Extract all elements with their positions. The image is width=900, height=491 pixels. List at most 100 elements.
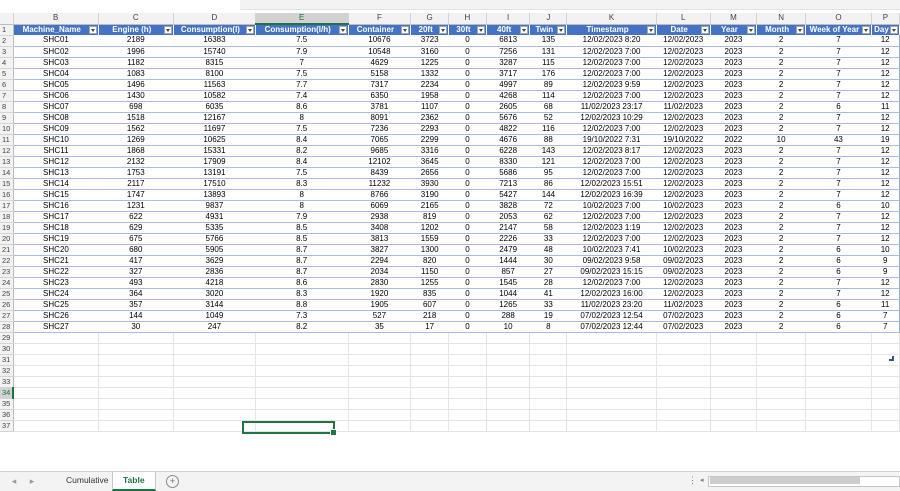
table-cell[interactable]: 327	[98, 266, 174, 278]
table-cell[interactable]: 3813	[348, 233, 411, 245]
table-cell[interactable]: 2023	[710, 35, 757, 47]
empty-cell[interactable]	[756, 398, 806, 410]
table-cell[interactable]: 2	[756, 123, 806, 135]
row-number[interactable]: 3	[0, 46, 14, 58]
table-cell[interactable]: 12	[871, 57, 900, 69]
empty-cell[interactable]	[871, 376, 900, 388]
table-cell[interactable]: 819	[410, 211, 449, 223]
empty-cell[interactable]	[173, 376, 256, 388]
table-cell[interactable]: 2023	[710, 211, 757, 223]
table-cell[interactable]: 2023	[710, 310, 757, 322]
table-cell[interactable]: 10/02/2023 7:41	[566, 244, 657, 256]
table-cell[interactable]: 121	[529, 156, 567, 168]
table-cell[interactable]: 12167	[173, 112, 256, 124]
table-cell[interactable]: 8	[529, 321, 567, 333]
table-cell[interactable]: 11/02/2023	[656, 101, 711, 113]
row-number[interactable]: 2	[0, 35, 14, 47]
empty-cell[interactable]	[348, 376, 412, 388]
table-cell[interactable]: 7065	[348, 134, 411, 146]
table-cell[interactable]: 1083	[98, 68, 174, 80]
table-cell[interactable]: SHC08	[12, 112, 99, 124]
table-cell[interactable]: 417	[98, 255, 174, 267]
table-cell[interactable]: 0	[448, 57, 487, 69]
table-cell[interactable]: 2023	[710, 200, 757, 212]
empty-cell[interactable]	[805, 387, 872, 399]
empty-cell[interactable]	[529, 332, 568, 344]
table-cell[interactable]: 1747	[98, 189, 174, 201]
filter-dropdown-icon[interactable]	[401, 25, 410, 34]
table-cell[interactable]: 1202	[410, 222, 449, 234]
table-cell[interactable]: 1107	[410, 101, 449, 113]
table-cell[interactable]: 2	[756, 244, 806, 256]
table-cell[interactable]: 2	[756, 101, 806, 113]
table-cell[interactable]: 2362	[410, 112, 449, 124]
table-cell[interactable]: 2023	[710, 167, 757, 179]
table-cell[interactable]: 820	[410, 255, 449, 267]
header-cell[interactable]: Year	[710, 24, 758, 35]
table-cell[interactable]: 12/02/2023	[656, 68, 711, 80]
empty-cell[interactable]	[348, 343, 412, 355]
table-cell[interactable]: 6	[805, 101, 872, 113]
table-cell[interactable]: 0	[448, 112, 487, 124]
table-cell[interactable]: 2023	[710, 90, 757, 102]
empty-cell[interactable]	[566, 343, 657, 355]
empty-cell[interactable]	[448, 332, 487, 344]
table-cell[interactable]: SHC27	[12, 321, 99, 333]
table-cell[interactable]: 09/02/2023	[656, 255, 711, 267]
table-cell[interactable]: 7317	[348, 79, 411, 91]
table-cell[interactable]: 2	[756, 178, 806, 190]
table-cell[interactable]: 6	[805, 299, 872, 311]
empty-cell[interactable]	[566, 354, 657, 366]
empty-cell[interactable]	[13, 387, 99, 399]
next-sheet-arrow-icon[interactable]: ▸	[26, 475, 38, 487]
empty-cell[interactable]	[656, 409, 711, 421]
table-cell[interactable]: 0	[448, 156, 487, 168]
row-number[interactable]: 36	[0, 409, 14, 421]
table-cell[interactable]: 11/02/2023 23:17	[566, 101, 657, 113]
table-cell[interactable]: 3828	[486, 200, 530, 212]
empty-cell[interactable]	[656, 420, 711, 432]
row-number[interactable]: 12	[0, 145, 14, 157]
empty-cell[interactable]	[656, 332, 711, 344]
table-cell[interactable]: SHC20	[12, 244, 99, 256]
empty-cell[interactable]	[529, 398, 568, 410]
table-cell[interactable]: 364	[98, 288, 174, 300]
table-cell[interactable]: 10	[871, 200, 900, 212]
table-cell[interactable]: 2022	[710, 134, 757, 146]
empty-cell[interactable]	[710, 376, 758, 388]
column-header-c[interactable]: C	[98, 13, 175, 25]
header-cell[interactable]: Twin	[529, 24, 568, 35]
empty-cell[interactable]	[448, 409, 487, 421]
table-cell[interactable]: 17510	[173, 178, 256, 190]
table-cell[interactable]: 0	[448, 255, 487, 267]
table-cell[interactable]: SHC05	[12, 79, 99, 91]
table-cell[interactable]: 7.4	[255, 90, 349, 102]
table-cell[interactable]: 12	[871, 288, 900, 300]
table-cell[interactable]: 12/02/2023	[656, 90, 711, 102]
table-cell[interactable]: SHC22	[12, 266, 99, 278]
table-cell[interactable]: 12	[871, 178, 900, 190]
table-cell[interactable]: 9	[871, 266, 900, 278]
table-cell[interactable]: 0	[448, 35, 487, 47]
table-cell[interactable]: 12/02/2023 10:29	[566, 112, 657, 124]
table-cell[interactable]: 33	[529, 233, 567, 245]
table-cell[interactable]: 288	[486, 310, 530, 322]
row-number[interactable]: 17	[0, 200, 14, 212]
table-cell[interactable]: 1444	[486, 255, 530, 267]
table-cell[interactable]: 58	[529, 222, 567, 234]
table-cell[interactable]: 11	[871, 101, 900, 113]
table-cell[interactable]: 8.5	[255, 222, 349, 234]
empty-cell[interactable]	[486, 365, 531, 377]
table-cell[interactable]: 1496	[98, 79, 174, 91]
table-cell[interactable]: 07/02/2023 12:44	[566, 321, 657, 333]
table-cell[interactable]: 2234	[410, 79, 449, 91]
header-cell[interactable]: Date	[656, 24, 711, 35]
empty-cell[interactable]	[486, 343, 531, 355]
table-cell[interactable]: 7	[805, 57, 872, 69]
table-cell[interactable]: 0	[448, 310, 487, 322]
table-cell[interactable]: 0	[448, 101, 487, 113]
table-cell[interactable]: 12/02/2023	[656, 178, 711, 190]
table-cell[interactable]: 3930	[410, 178, 449, 190]
empty-cell[interactable]	[529, 376, 568, 388]
table-cell[interactable]: 7	[805, 112, 872, 124]
